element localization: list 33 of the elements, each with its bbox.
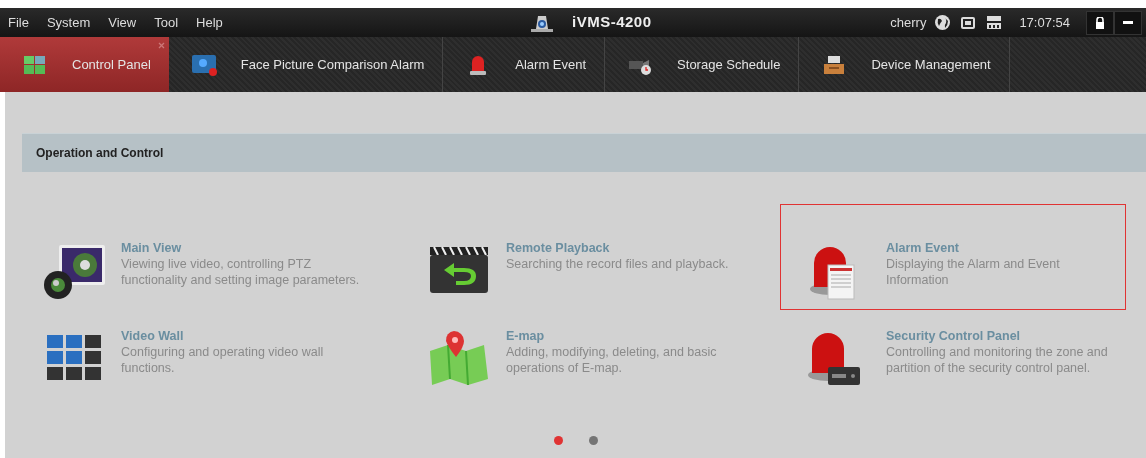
menu-item[interactable]: Help — [187, 8, 232, 37]
menu-item[interactable]: File — [8, 8, 38, 37]
page-dot[interactable] — [588, 436, 598, 445]
close-icon[interactable] — [157, 42, 165, 49]
module-title: Video Wall — [121, 329, 185, 344]
user-name: cherry — [890, 13, 927, 32]
memory-icon — [985, 13, 1004, 32]
section-header: Operation and Control — [22, 133, 1146, 172]
menu-item[interactable]: View — [99, 8, 146, 37]
lock-button[interactable] — [1086, 10, 1114, 35]
app-title: iVMS-4200 — [572, 12, 652, 33]
module-description: Configuring and operating video wall functions. — [121, 344, 325, 376]
module-description: Viewing live video, controlling PTZ functionality and setting image parameters. — [121, 256, 361, 288]
page-dot[interactable] — [553, 436, 563, 445]
clock: 17:07:54 — [1019, 13, 1070, 32]
module-description: Adding, modifying, deleting, and basic operations of E-map. — [506, 344, 718, 376]
module-description: Controlling and monitoring the zone and partition of the security control panel. — [886, 344, 1109, 376]
module-description: Displaying the Alarm and Event Information — [886, 256, 1061, 288]
module-description: Searching the record files and playback. — [506, 256, 729, 272]
lock-icon — [1095, 16, 1105, 29]
chip-icon — [959, 14, 978, 31]
module-title: E-map — [506, 329, 546, 344]
menu-item[interactable]: Tool — [145, 8, 188, 37]
module-title: Security Control Panel — [886, 329, 1022, 344]
minimize-button[interactable] — [1114, 10, 1142, 35]
module-title: Remote Playback — [506, 241, 611, 256]
minimize-icon — [1123, 21, 1133, 24]
globe-icon — [934, 14, 952, 31]
module-title: Main View — [121, 241, 183, 256]
module-title: Alarm Event — [886, 241, 960, 256]
monitor-icon — [190, 52, 217, 77]
tab[interactable]: Control Panel — [0, 37, 169, 92]
menu-item[interactable]: System — [37, 8, 100, 37]
